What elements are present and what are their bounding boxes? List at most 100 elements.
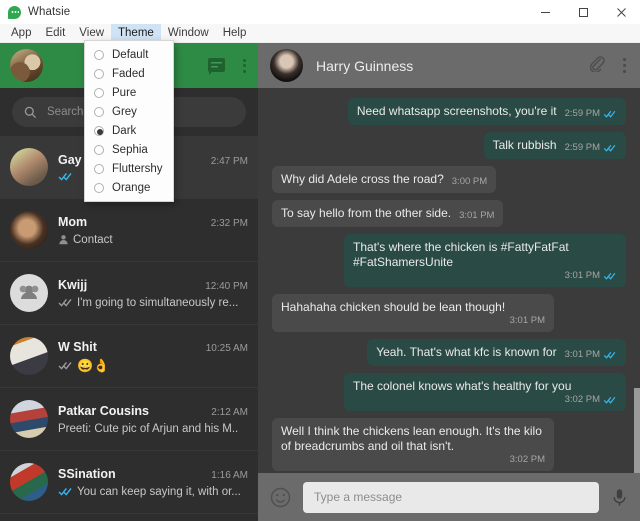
double-check-icon [603, 272, 617, 280]
radio-icon [94, 49, 104, 60]
double-check-icon [58, 487, 73, 496]
list-item[interactable]: Kwijj 12:40 PM I'm going to simultaneous… [0, 262, 258, 325]
emoji-smiley-icon[interactable] [270, 487, 291, 508]
theme-option-label: Orange [112, 181, 151, 194]
message-time: 2:59 PM [564, 108, 600, 119]
conversation-pane: Harry Guinness Need whatsapp screenshots… [258, 43, 640, 521]
theme-option-faded[interactable]: Faded [85, 64, 173, 83]
radio-icon [94, 182, 104, 193]
kebab-menu-icon[interactable] [621, 56, 628, 75]
message-list[interactable]: Need whatsapp screenshots, you're it 2:5… [258, 88, 640, 473]
microphone-icon[interactable] [611, 488, 628, 507]
message-bubble[interactable]: Why did Adele cross the road? 3:00 PM [272, 166, 497, 193]
radio-icon [94, 68, 104, 79]
window-controls [526, 0, 640, 24]
theme-option-dark[interactable]: Dark [85, 121, 173, 140]
conversation-header[interactable]: Harry Guinness [258, 43, 640, 88]
double-check-icon [603, 396, 617, 404]
theme-option-fluttershy[interactable]: Fluttershy [85, 159, 173, 178]
conversation-scrollbar[interactable] [634, 88, 640, 473]
theme-option-sephia[interactable]: Sephia [85, 140, 173, 159]
chat-preview-emoji: 😀👌 [77, 358, 110, 373]
chat-preview: You can keep saying it, with or... [77, 485, 241, 498]
list-item[interactable]: W Shit 10:25 AM 😀👌 [0, 325, 258, 388]
radio-icon [94, 144, 104, 155]
theme-option-default[interactable]: Default [85, 45, 173, 64]
message-text: The colonel knows what's healthy for you [353, 379, 572, 393]
close-button[interactable] [602, 0, 640, 24]
chat-name: W Shit [58, 340, 97, 354]
chat-name: Patkar Cousins [58, 403, 150, 418]
paperclip-icon[interactable] [588, 55, 605, 77]
double-check-icon [603, 351, 617, 359]
list-item[interactable]: Mom 2:32 PM Contact [0, 199, 258, 262]
avatar [10, 148, 48, 186]
message-bubble[interactable]: Talk rubbish 2:59 PM [483, 132, 626, 159]
message-bubble[interactable]: Need whatsapp screenshots, you're it 2:5… [347, 98, 626, 125]
message-row: Need whatsapp screenshots, you're it 2:5… [272, 98, 626, 125]
theme-option-label: Faded [112, 67, 145, 80]
message-bubble[interactable]: Yeah. That's what kfc is known for 3:01 … [367, 339, 626, 366]
double-check-icon [58, 361, 73, 370]
avatar [10, 463, 48, 501]
message-text: Talk rubbish [492, 138, 557, 152]
message-row: Talk rubbish 2:59 PM [272, 132, 626, 159]
message-time: 3:01 PM [459, 210, 495, 221]
message-bubble[interactable]: To say hello from the other side. 3:01 P… [272, 200, 504, 227]
theme-option-pure[interactable]: Pure [85, 83, 173, 102]
message-bubble[interactable]: The colonel knows what's healthy for you… [344, 373, 626, 411]
chat-preview: Preeti: Cute pic of Arjun and his M.. [58, 422, 239, 435]
new-chat-icon[interactable] [208, 58, 225, 75]
message-bubble[interactable]: Well I think the chickens lean enough. I… [272, 418, 554, 471]
avatar [10, 211, 48, 249]
kebab-menu-icon[interactable] [241, 57, 248, 75]
list-item[interactable]: SSination 1:16 AM You can keep saying it… [0, 451, 258, 514]
chat-time: 12:40 PM [205, 280, 248, 292]
message-composer [258, 473, 640, 521]
chat-preview: I'm going to simultaneously re... [77, 296, 239, 309]
theme-option-label: Grey [112, 105, 137, 118]
message-text: Well I think the chickens lean enough. I… [281, 424, 542, 453]
contact-avatar[interactable] [270, 49, 303, 82]
double-check-icon [58, 298, 73, 307]
message-bubble[interactable]: Hahahaha chicken should be lean though! … [272, 294, 554, 332]
message-row: Why did Adele cross the road? 3:00 PM [272, 166, 626, 193]
message-row: To say hello from the other side. 3:01 P… [272, 200, 626, 227]
message-time: 3:02 PM [509, 454, 545, 465]
app-window: Whatsie App Edit View Theme Window Help [0, 0, 640, 521]
radio-icon [94, 87, 104, 98]
window-titlebar: Whatsie [0, 0, 640, 24]
search-icon [24, 106, 37, 119]
my-avatar[interactable] [10, 49, 43, 82]
theme-dropdown-menu[interactable]: Default Faded Pure Grey Dark Sephia Flut… [84, 40, 174, 202]
menu-edit[interactable]: Edit [38, 24, 72, 42]
double-check-icon [58, 172, 73, 181]
message-text: Need whatsapp screenshots, you're it [356, 104, 557, 118]
menu-help[interactable]: Help [216, 24, 254, 42]
minimize-button[interactable] [526, 0, 564, 24]
message-bubble[interactable]: That's where the chicken is #FattyFatFat… [344, 234, 626, 287]
avatar [10, 337, 48, 375]
message-text: To say hello from the other side. [281, 206, 452, 220]
message-row: Hahahaha chicken should be lean though! … [272, 294, 626, 332]
list-item[interactable]: Patkar Cousins 2:12 AM Preeti: Cute pic … [0, 388, 258, 451]
theme-option-label: Pure [112, 86, 137, 99]
theme-option-grey[interactable]: Grey [85, 102, 173, 121]
chat-name: Gay [58, 153, 82, 167]
contact-icon [58, 234, 69, 245]
chat-name: SSination [58, 466, 116, 481]
maximize-button[interactable] [564, 0, 602, 24]
chat-time: 2:32 PM [210, 217, 248, 229]
menu-app[interactable]: App [4, 24, 38, 42]
theme-option-orange[interactable]: Orange [85, 178, 173, 197]
chat-time: 1:16 AM [211, 469, 248, 481]
theme-option-label: Default [112, 48, 149, 61]
radio-icon-selected [94, 125, 104, 136]
message-time: 3:01 PM [564, 349, 600, 360]
message-input[interactable] [303, 481, 599, 513]
list-item[interactable]: W Cindrella 12:33 AM 😀👌 [0, 514, 258, 521]
double-check-icon [603, 144, 617, 152]
message-row: The colonel knows what's healthy for you… [272, 373, 626, 411]
message-text: That's where the chicken is #FattyFatFat… [353, 240, 569, 269]
sidebar-header-actions [208, 57, 248, 75]
